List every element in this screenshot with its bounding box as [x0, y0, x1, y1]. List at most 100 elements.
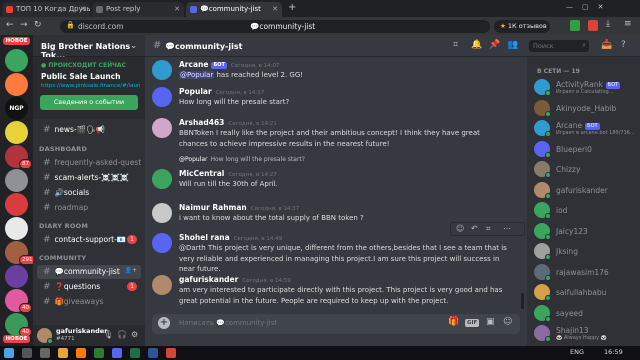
- task-view-icon[interactable]: [40, 348, 50, 358]
- forward-icon[interactable]: →: [20, 20, 28, 30]
- inbox-icon[interactable]: 📥: [601, 40, 612, 50]
- members-icon[interactable]: 👥: [507, 40, 518, 50]
- member-item[interactable]: gafuriskander: [531, 180, 637, 200]
- avatar[interactable]: [152, 60, 172, 80]
- member-item[interactable]: ActivityRank БОТ Играет в Calculating...: [531, 77, 637, 97]
- app-icon[interactable]: [166, 348, 176, 358]
- member-item[interactable]: Akinyode_Habib: [531, 98, 637, 118]
- reply-icon[interactable]: ↶: [471, 224, 478, 233]
- category-header[interactable]: DIARY ROOM: [39, 222, 88, 230]
- download-icon[interactable]: ⤓: [606, 19, 610, 29]
- guild-header[interactable]: Big Brother Nations Tok... ⌄: [33, 35, 145, 60]
- category-header[interactable]: DASHBOARD: [39, 145, 87, 153]
- server-icon[interactable]: [5, 49, 28, 72]
- member-item[interactable]: sayeed: [531, 303, 637, 323]
- channel-item[interactable]: # ❓questions 1: [37, 280, 141, 294]
- telegram-icon[interactable]: [94, 348, 104, 358]
- add-attachment-icon[interactable]: +: [158, 317, 170, 329]
- more-icon[interactable]: ⋯: [503, 224, 511, 233]
- windows-start-icon[interactable]: [4, 348, 14, 358]
- server-icon[interactable]: [5, 265, 28, 288]
- channel-item[interactable]: # 🎁giveaways: [37, 295, 141, 309]
- avatar[interactable]: [152, 87, 172, 107]
- server-icon[interactable]: [5, 217, 28, 240]
- member-item[interactable]: rajawasim176: [531, 262, 637, 282]
- message-composer[interactable]: + Написать 💬community-jist 🎁 GIF ▣ ☺: [152, 314, 520, 334]
- add-member-icon[interactable]: 👤+: [125, 267, 138, 274]
- clock[interactable]: 16:59: [604, 348, 623, 356]
- server-icon[interactable]: [5, 121, 28, 144]
- gear-icon[interactable]: ⚙: [131, 330, 138, 339]
- thread-icon[interactable]: ⌗: [486, 224, 491, 234]
- channel-item[interactable]: # 💬community-jist 👤+: [37, 265, 141, 279]
- mute-icon[interactable]: 🎙: [103, 330, 113, 339]
- avatar[interactable]: [152, 203, 172, 223]
- headphones-icon[interactable]: 🎧: [117, 330, 127, 339]
- scrollbar[interactable]: [521, 293, 524, 309]
- new-tab-icon[interactable]: +: [288, 2, 296, 13]
- reply-preview[interactable]: @Popular How long will the presale start?: [179, 156, 305, 163]
- shield-icon[interactable]: [570, 20, 580, 31]
- server-icon[interactable]: [5, 73, 28, 96]
- gift-icon[interactable]: 🎁: [448, 317, 459, 327]
- message-author[interactable]: Naimur Rahman Сегодня, в 14:37: [179, 203, 299, 212]
- member-item[interactable]: Shajin13 🐼 Always Happy 🐼: [531, 323, 637, 343]
- extension-icon[interactable]: [588, 20, 598, 31]
- reload-icon[interactable]: ↻: [34, 20, 42, 30]
- member-item[interactable]: saifullahbabu: [531, 282, 637, 302]
- window-controls[interactable]: —▢✕: [566, 3, 612, 11]
- member-item[interactable]: Jksing: [531, 241, 637, 261]
- user-mention[interactable]: @Popular: [179, 71, 215, 79]
- server-icon[interactable]: NGP: [5, 97, 28, 120]
- message-author[interactable]: Arcane БОТ Сегодня, в 14:07: [179, 60, 279, 69]
- category-header[interactable]: COMMUNITY: [39, 254, 86, 262]
- server-icon[interactable]: [5, 193, 28, 216]
- avatar[interactable]: [152, 233, 172, 253]
- excel-icon[interactable]: [130, 348, 140, 358]
- event-details-button[interactable]: Сведения о событии: [40, 95, 138, 110]
- member-item[interactable]: Arcane БОТ Играет в arcane.bot 180/736...: [531, 118, 637, 138]
- avatar[interactable]: [152, 118, 172, 138]
- message-author[interactable]: Shohel rana Сегодня, в 14:49: [179, 233, 282, 242]
- member-item[interactable]: Jaicy123: [531, 221, 637, 241]
- avatar[interactable]: [152, 169, 172, 189]
- channel-item[interactable]: # news-🎬🗣📢: [37, 123, 141, 137]
- channel-item[interactable]: # frequently-asked-quest...: [37, 156, 141, 170]
- channel-item[interactable]: # 🔊socials: [37, 186, 141, 200]
- menu-icon[interactable]: ≡: [624, 19, 632, 29]
- gif-button[interactable]: GIF: [465, 319, 480, 327]
- channel-item[interactable]: # contact-support-📧 1: [37, 233, 141, 247]
- member-item[interactable]: Chizzy: [531, 159, 637, 179]
- sticker-icon[interactable]: ▣: [486, 317, 495, 327]
- url-field[interactable]: 🔒 discord.com 💬community-jist: [60, 20, 490, 33]
- browser-tab-1[interactable]: ТОП 10 Когда Друзья... ✕: [2, 2, 90, 17]
- emoji-icon[interactable]: ☺: [503, 317, 512, 327]
- event-link[interactable]: https://www.pinksale.finance/#/laun...: [41, 83, 141, 89]
- discord-icon[interactable]: [112, 348, 122, 358]
- member-item[interactable]: iod: [531, 200, 637, 220]
- help-icon[interactable]: ?: [621, 40, 626, 50]
- browser-tab-2[interactable]: Post reply ✕: [92, 2, 184, 17]
- channel-item[interactable]: # scam-alerts-☠️☠️☠️: [37, 171, 141, 185]
- language-indicator[interactable]: ENG: [570, 348, 584, 356]
- close-icon[interactable]: ✕: [80, 5, 86, 13]
- explorer-icon[interactable]: [58, 348, 68, 358]
- threads-icon[interactable]: ⌗: [453, 40, 458, 50]
- browser-icon[interactable]: [76, 348, 86, 358]
- server-icon[interactable]: [5, 169, 28, 192]
- message-author[interactable]: MicCentral Сегодня, в 14:27: [179, 169, 277, 178]
- search-input[interactable]: Поиск ⌕: [529, 40, 589, 52]
- message-author[interactable]: Popular Сегодня, в 14:17: [179, 87, 264, 96]
- close-icon[interactable]: ✕: [174, 5, 180, 13]
- message-author[interactable]: Arshad463 Сегодня, в 14:21: [179, 118, 277, 127]
- reviews-button[interactable]: ★ 1К отзывов: [494, 20, 550, 33]
- search-icon[interactable]: [22, 348, 32, 358]
- message-author[interactable]: gafuriskander Сегодня, в 14:59: [179, 275, 291, 284]
- avatar[interactable]: [152, 275, 172, 295]
- pin-icon[interactable]: 📌: [489, 40, 500, 50]
- close-icon[interactable]: ✕: [272, 5, 278, 13]
- word-icon[interactable]: [148, 348, 158, 358]
- bell-icon[interactable]: 🔔: [471, 40, 482, 50]
- emoji-react-icon[interactable]: ☺: [456, 224, 464, 233]
- channel-item[interactable]: # roadmap: [37, 201, 141, 215]
